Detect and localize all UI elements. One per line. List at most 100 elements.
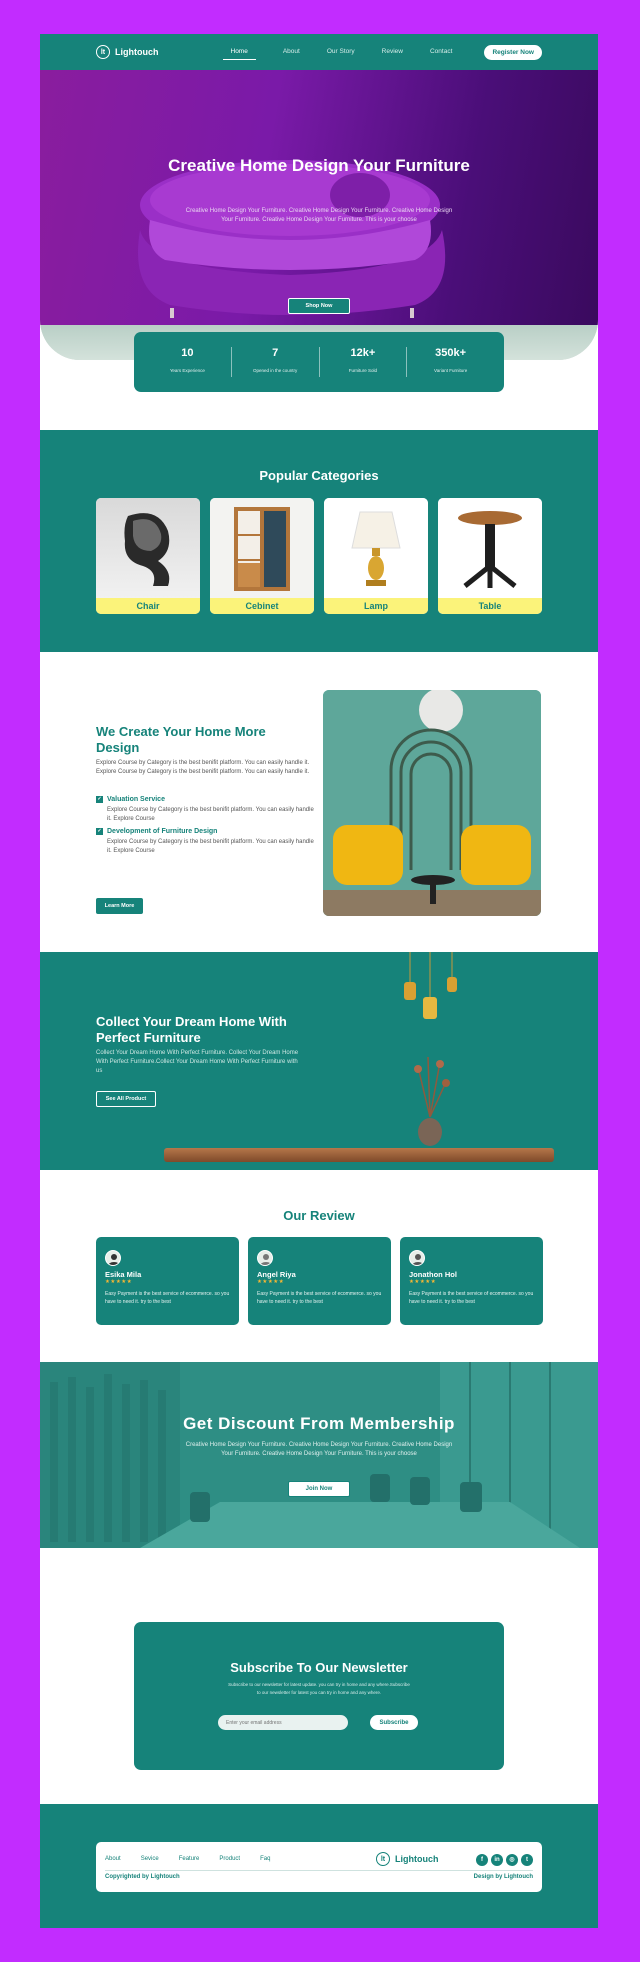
footer-link-product[interactable]: Product (219, 1856, 240, 1862)
see-all-product-button[interactable]: See All Product (96, 1091, 156, 1107)
nav-contact[interactable]: Contact (430, 44, 452, 60)
footer-box: About Sevice Feature Product Faq lt Ligh… (96, 1842, 542, 1892)
hero-section: Creative Home Design Your Furniture Crea… (40, 70, 598, 360)
collect-title: Collect Your Dream Home With Perfect Fur… (96, 1014, 287, 1045)
newsletter-card: Subscribe To Our Newsletter Subscribe to… (134, 1622, 504, 1770)
footer-link-about[interactable]: About (105, 1856, 121, 1862)
reviewer-name: Esika Mila (105, 1270, 142, 1279)
instagram-icon[interactable]: ◎ (506, 1854, 518, 1866)
stat-label: Opened in the country (252, 368, 298, 373)
category-label: Lamp (324, 598, 428, 614)
facebook-icon[interactable]: f (476, 1854, 488, 1866)
cabinet-image (210, 498, 314, 598)
stat-label: Years Experience (169, 368, 205, 373)
nav-our-story[interactable]: Our Story (327, 44, 355, 60)
site-footer: About Sevice Feature Product Faq lt Ligh… (40, 1804, 598, 1928)
reviewer-name: Jonathon Hol (409, 1270, 457, 1279)
join-now-button[interactable]: Join Now (288, 1481, 350, 1497)
logo-mark-icon: lt (376, 1852, 390, 1866)
site-header: lt Lightouch Home About Our Story Review… (40, 34, 598, 70)
feature-text: Explore Course by Category is the best b… (107, 839, 314, 854)
footer-link-service[interactable]: Sevice (141, 1856, 159, 1862)
shop-now-button[interactable]: Shop Now (288, 298, 350, 314)
category-label: Cebinet (210, 598, 314, 614)
footer-link-feature[interactable]: Feature (179, 1856, 200, 1862)
subscribe-button[interactable]: Subscribe (370, 1715, 418, 1730)
register-button[interactable]: Register Now (484, 44, 542, 60)
footer-link-faq[interactable]: Faq (260, 1856, 270, 1862)
email-input[interactable] (218, 1715, 348, 1730)
lamp-image (324, 498, 428, 598)
footer-logo-text: Lightouch (395, 1854, 439, 1864)
landing-page: lt Lightouch Home About Our Story Review… (40, 34, 598, 1928)
star-rating-icon: ★★★★★ (105, 1279, 133, 1285)
feature-text: Explore Course by Category is the best b… (107, 807, 314, 822)
stat-value: 10 (181, 347, 194, 359)
linkedin-icon[interactable]: in (491, 1854, 503, 1866)
review-card: Jonathon Hol ★★★★★ Easy Payment is the b… (400, 1237, 543, 1325)
stat-item: 12k+ Furniture Sold (320, 347, 408, 377)
footer-divider (105, 1870, 533, 1871)
footer-logo[interactable]: lt Lightouch (376, 1852, 439, 1866)
newsletter-section: Subscribe To Our Newsletter Subscribe to… (40, 1548, 598, 1804)
star-rating-icon: ★★★★★ (409, 1279, 437, 1285)
category-card-table[interactable]: Table (438, 498, 542, 614)
design-credit: Design by Lightouch (473, 1874, 533, 1880)
categories-section: Popular Categories Chair Cebinet Lamp Ta… (40, 430, 598, 652)
category-label: Chair (96, 598, 200, 614)
stat-item: 7 Opened in the country (232, 347, 320, 377)
stat-item: 350k+ Variant Furniture (407, 347, 494, 377)
review-title: Our Review (283, 1208, 355, 1223)
main-nav: Home About Our Story Review Contact (222, 44, 480, 60)
logo-mark-icon: lt (96, 45, 110, 59)
living-room-image (323, 690, 541, 916)
newsletter-title: Subscribe To Our Newsletter (230, 1660, 408, 1675)
stats-bar: 10 Years Experience 7 Opened in the countr… (134, 332, 504, 392)
stat-value: 12k+ (350, 347, 376, 359)
hero-title: Creative Home Design Your Furniture (168, 156, 470, 175)
create-section: We Create Your Home More Design Explore … (40, 652, 598, 952)
stat-label: Variant Furniture (434, 368, 468, 373)
nav-review[interactable]: Review (382, 44, 403, 60)
collect-text: Collect Your Dream Home With Perfect Fur… (96, 1050, 299, 1074)
review-card: Esika Mila ★★★★★ Easy Payment is the bes… (96, 1237, 239, 1325)
feature-item-valuation: Valuation Service Explore Course by Cate… (96, 796, 316, 823)
membership-title: Get Discount From Membership (183, 1414, 455, 1433)
category-card-lamp[interactable]: Lamp (324, 498, 428, 614)
categories-title: Popular Categories (259, 468, 379, 483)
twitter-icon[interactable]: t (521, 1854, 533, 1866)
reviewer-name: Angel Riya (257, 1270, 296, 1279)
vase-image (414, 1057, 450, 1146)
nav-about[interactable]: About (283, 44, 300, 60)
stat-label: Furniture Sold (348, 368, 377, 373)
review-text: Easy Payment is the best service of ecom… (409, 1291, 534, 1305)
chair-image (96, 498, 200, 598)
review-section: Our Review Esika Mila ★★★★★ Easy Payment… (40, 1170, 598, 1362)
feature-title: Valuation Service (96, 796, 316, 803)
star-rating-icon: ★★★★★ (257, 1279, 285, 1285)
learn-more-button[interactable]: Learn More (96, 898, 143, 914)
social-links: f in ◎ t (476, 1854, 533, 1866)
create-text: Explore Course by Category is the best b… (96, 760, 310, 775)
hero-text: Creative Home Design Your Furniture. Cre… (185, 208, 453, 223)
review-text: Easy Payment is the best service of ecom… (257, 1291, 382, 1305)
feature-title: Development of Furniture Design (96, 828, 316, 835)
lanterns-image (404, 952, 457, 1019)
logo[interactable]: lt Lightouch (96, 45, 159, 59)
logo-text: Lightouch (115, 47, 159, 57)
category-list: Chair Cebinet Lamp Table (96, 498, 542, 614)
review-text: Easy Payment is the best service of ecom… (105, 1291, 230, 1305)
newsletter-text-line1: Subscribe to our newsletter for latest u… (228, 1682, 410, 1687)
shelf-image (164, 1148, 554, 1162)
stat-value: 350k+ (435, 347, 467, 359)
avatar (257, 1250, 273, 1266)
avatar (409, 1250, 425, 1266)
newsletter-text: Subscribe to our newsletter for latest u… (134, 1681, 504, 1697)
category-label: Table (438, 598, 542, 614)
category-card-chair[interactable]: Chair (96, 498, 200, 614)
nav-home[interactable]: Home (222, 44, 256, 60)
membership-text: Creative Home Design Your Furniture. Cre… (185, 1442, 453, 1457)
category-card-cebinet[interactable]: Cebinet (210, 498, 314, 614)
table-image (438, 498, 542, 598)
stat-value: 7 (272, 347, 279, 359)
